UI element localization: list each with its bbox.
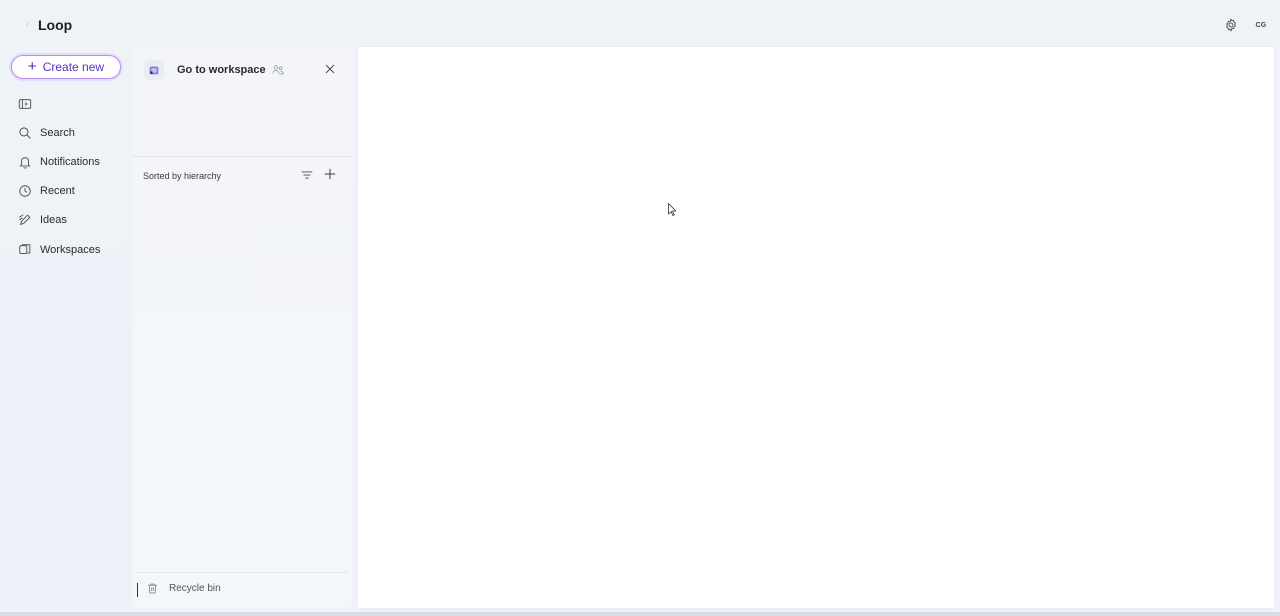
plus-icon bbox=[324, 168, 336, 180]
trash-icon bbox=[148, 583, 157, 594]
nav-panel-toggle[interactable] bbox=[18, 94, 32, 114]
nav-item-workspaces[interactable]: Workspaces bbox=[18, 240, 100, 260]
nav-item-label: Ideas bbox=[40, 214, 67, 226]
recycle-bin-label: Recycle bin bbox=[169, 583, 221, 594]
share-members-button[interactable] bbox=[271, 63, 285, 77]
app-title: Loop bbox=[38, 17, 73, 33]
panel-toggle-icon bbox=[18, 99, 32, 109]
add-page-button[interactable] bbox=[323, 167, 337, 181]
mouse-pointer-icon bbox=[668, 203, 676, 216]
avatar[interactable]: CG bbox=[1251, 16, 1271, 34]
settings-button[interactable] bbox=[1221, 15, 1241, 35]
workspaces-icon bbox=[19, 244, 31, 254]
nav-item-label: Notifications bbox=[40, 156, 100, 168]
nav-item-label: Workspaces bbox=[40, 244, 101, 256]
nav-item-search[interactable]: Search bbox=[18, 123, 75, 143]
gear-icon bbox=[1225, 18, 1237, 32]
window-bottom-edge bbox=[0, 612, 1280, 616]
bell-icon bbox=[19, 157, 31, 169]
people-icon bbox=[272, 65, 284, 75]
sort-label: Sorted by hierarchy bbox=[143, 171, 222, 181]
create-new-button[interactable]: + Create new bbox=[11, 55, 121, 79]
close-panel-button[interactable] bbox=[323, 62, 337, 76]
nav-item-recent[interactable]: Recent bbox=[18, 181, 75, 201]
filter-icon bbox=[301, 171, 313, 179]
nav-item-ideas[interactable]: Ideas bbox=[18, 210, 67, 230]
nav-item-label: Recent bbox=[40, 185, 75, 197]
plus-icon: + bbox=[27, 58, 37, 75]
recycle-bin-button[interactable]: Recycle bin bbox=[136, 572, 348, 604]
sort-filter-button[interactable] bbox=[300, 168, 314, 182]
nav-item-label: Search bbox=[40, 127, 75, 139]
workspace-panel: Go to workspace Sorted by hierarchy Recy… bbox=[132, 48, 352, 608]
divider bbox=[132, 156, 352, 157]
create-new-label: Create new bbox=[42, 60, 105, 74]
app-header: ‹ Loop CG bbox=[0, 0, 1280, 48]
main-canvas[interactable] bbox=[358, 47, 1274, 608]
loop-workspace-icon bbox=[149, 66, 159, 75]
clock-icon bbox=[19, 185, 31, 197]
text-cursor bbox=[137, 583, 138, 597]
workspace-icon bbox=[144, 60, 164, 80]
chevron-left-icon[interactable]: ‹ bbox=[26, 19, 32, 29]
search-icon bbox=[19, 127, 31, 139]
pen-icon bbox=[19, 214, 31, 226]
close-icon bbox=[325, 64, 335, 74]
nav-item-notifications[interactable]: Notifications bbox=[18, 152, 100, 172]
go-to-workspace-link[interactable]: Go to workspace bbox=[177, 64, 266, 76]
